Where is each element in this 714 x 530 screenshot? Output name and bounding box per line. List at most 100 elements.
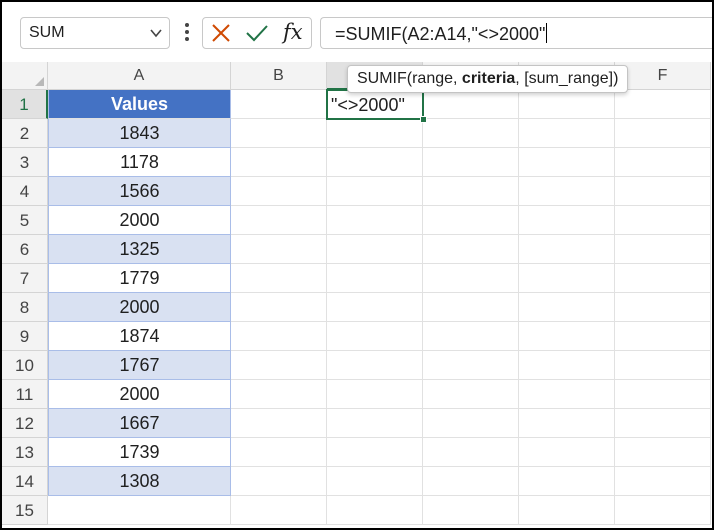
cell-a3[interactable]: 1178: [48, 148, 231, 177]
cell-c5[interactable]: [327, 206, 423, 235]
cell-c4[interactable]: [327, 177, 423, 206]
cell-e15[interactable]: [519, 496, 615, 525]
select-all-button[interactable]: [2, 62, 48, 90]
column-header-f[interactable]: F: [615, 62, 711, 90]
cell-c11[interactable]: [327, 380, 423, 409]
cell-d8[interactable]: [423, 293, 519, 322]
cell-c10[interactable]: [327, 351, 423, 380]
row-header-2[interactable]: 2: [2, 119, 48, 148]
cell-c9[interactable]: [327, 322, 423, 351]
cell-f1[interactable]: [615, 90, 711, 119]
column-header-b[interactable]: B: [231, 62, 327, 90]
cell-c6[interactable]: [327, 235, 423, 264]
cell-c15[interactable]: [327, 496, 423, 525]
cell-c14[interactable]: [327, 467, 423, 496]
cell-c12[interactable]: [327, 409, 423, 438]
cell-d10[interactable]: [423, 351, 519, 380]
tooltip-current-arg[interactable]: criteria: [462, 70, 515, 87]
row-header-14[interactable]: 14: [2, 467, 48, 496]
cell-a4[interactable]: 1566: [48, 177, 231, 206]
cell-a11[interactable]: 2000: [48, 380, 231, 409]
column-header-a[interactable]: A: [48, 62, 231, 90]
row-header-8[interactable]: 8: [2, 293, 48, 322]
cell-d14[interactable]: [423, 467, 519, 496]
cell-f14[interactable]: [615, 467, 711, 496]
formula-input[interactable]: =SUMIF(A2:A14,"<>2000": [320, 17, 712, 49]
cell-b11[interactable]: [231, 380, 327, 409]
row-header-12[interactable]: 12: [2, 409, 48, 438]
cell-a10[interactable]: 1767: [48, 351, 231, 380]
chevron-down-icon[interactable]: [149, 26, 163, 40]
cell-e10[interactable]: [519, 351, 615, 380]
cell-a5[interactable]: 2000: [48, 206, 231, 235]
cell-f11[interactable]: [615, 380, 711, 409]
cell-c8[interactable]: [327, 293, 423, 322]
cell-d13[interactable]: [423, 438, 519, 467]
row-header-13[interactable]: 13: [2, 438, 48, 467]
cell-e12[interactable]: [519, 409, 615, 438]
cell-a8[interactable]: 2000: [48, 293, 231, 322]
cell-d6[interactable]: [423, 235, 519, 264]
row-header-1[interactable]: 1: [2, 90, 48, 119]
cell-b9[interactable]: [231, 322, 327, 351]
cell-a14[interactable]: 1308: [48, 467, 231, 496]
row-header-9[interactable]: 9: [2, 322, 48, 351]
cell-e1[interactable]: [519, 90, 615, 119]
cell-a13[interactable]: 1739: [48, 438, 231, 467]
cell-f10[interactable]: [615, 351, 711, 380]
cell-f9[interactable]: [615, 322, 711, 351]
cell-f13[interactable]: [615, 438, 711, 467]
cell-d7[interactable]: [423, 264, 519, 293]
cell-b10[interactable]: [231, 351, 327, 380]
cell-b14[interactable]: [231, 467, 327, 496]
cell-f12[interactable]: [615, 409, 711, 438]
cell-f4[interactable]: [615, 177, 711, 206]
cell-d9[interactable]: [423, 322, 519, 351]
cell-d15[interactable]: [423, 496, 519, 525]
cell-b8[interactable]: [231, 293, 327, 322]
cell-b2[interactable]: [231, 119, 327, 148]
cell-f6[interactable]: [615, 235, 711, 264]
cell-e9[interactable]: [519, 322, 615, 351]
row-header-4[interactable]: 4: [2, 177, 48, 206]
cell-e7[interactable]: [519, 264, 615, 293]
cell-f15[interactable]: [615, 496, 711, 525]
cell-e11[interactable]: [519, 380, 615, 409]
cell-e14[interactable]: [519, 467, 615, 496]
cell-b12[interactable]: [231, 409, 327, 438]
row-header-5[interactable]: 5: [2, 206, 48, 235]
cell-a1-header[interactable]: Values: [48, 90, 231, 119]
cell-d12[interactable]: [423, 409, 519, 438]
cell-e13[interactable]: [519, 438, 615, 467]
fill-handle[interactable]: [420, 116, 427, 123]
cell-e6[interactable]: [519, 235, 615, 264]
cell-a12[interactable]: 1667: [48, 409, 231, 438]
cell-b4[interactable]: [231, 177, 327, 206]
cell-f2[interactable]: [615, 119, 711, 148]
name-box[interactable]: SUM: [20, 17, 170, 49]
cell-c3[interactable]: [327, 148, 423, 177]
row-header-6[interactable]: 6: [2, 235, 48, 264]
cell-b7[interactable]: [231, 264, 327, 293]
cell-c1-editing[interactable]: "<>2000": [326, 89, 424, 120]
insert-function-button[interactable]: fx: [283, 20, 303, 44]
more-options-icon[interactable]: [184, 22, 190, 42]
cell-c7[interactable]: [327, 264, 423, 293]
cell-f3[interactable]: [615, 148, 711, 177]
check-icon[interactable]: [245, 23, 269, 43]
cell-a6[interactable]: 1325: [48, 235, 231, 264]
cell-e2[interactable]: [519, 119, 615, 148]
cell-b6[interactable]: [231, 235, 327, 264]
cell-a9[interactable]: 1874: [48, 322, 231, 351]
cell-f7[interactable]: [615, 264, 711, 293]
cell-c13[interactable]: [327, 438, 423, 467]
cell-a7[interactable]: 1779: [48, 264, 231, 293]
row-header-15[interactable]: 15: [2, 496, 48, 525]
cell-f8[interactable]: [615, 293, 711, 322]
cell-b1[interactable]: [231, 90, 327, 119]
cell-e8[interactable]: [519, 293, 615, 322]
row-header-10[interactable]: 10: [2, 351, 48, 380]
cell-f5[interactable]: [615, 206, 711, 235]
cell-b13[interactable]: [231, 438, 327, 467]
cell-e5[interactable]: [519, 206, 615, 235]
